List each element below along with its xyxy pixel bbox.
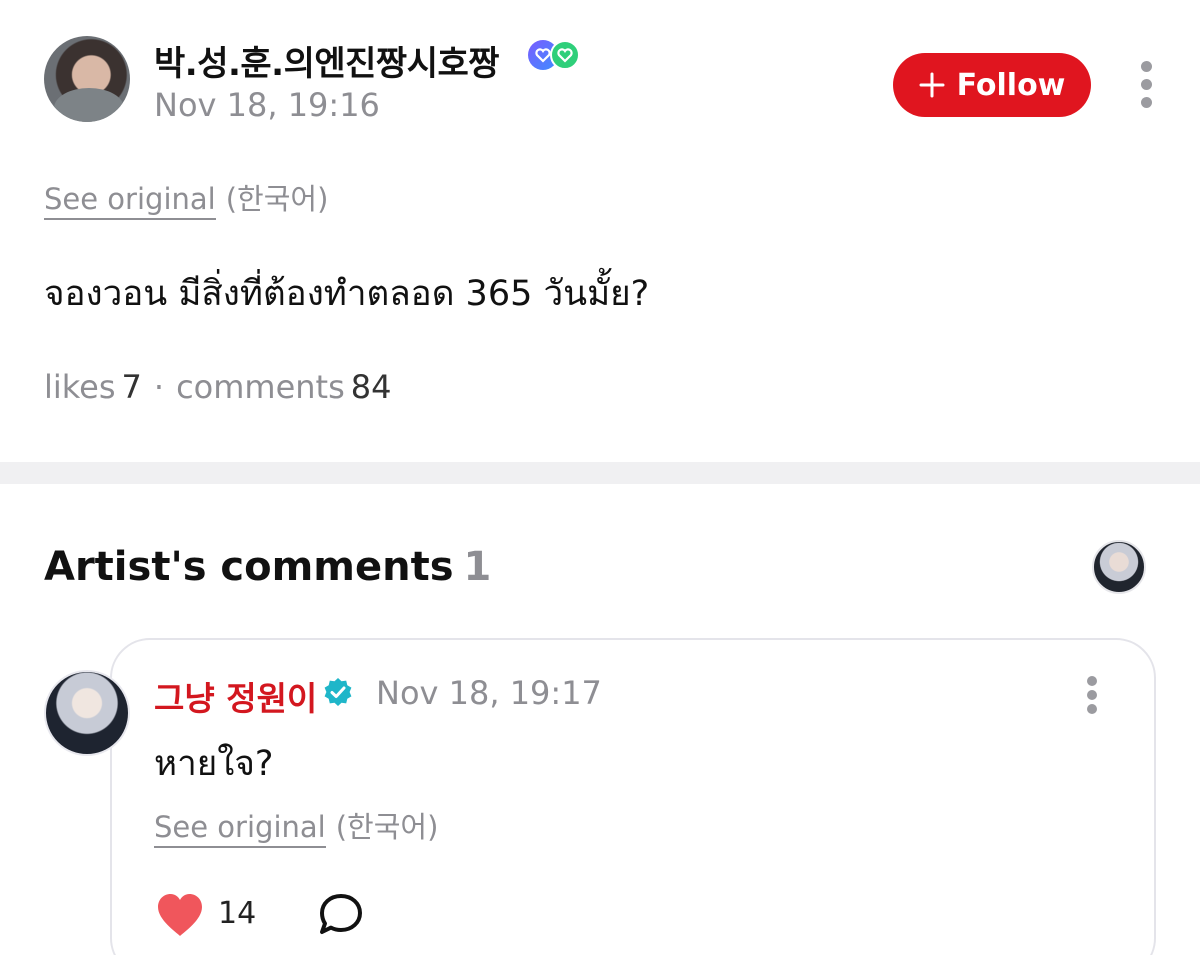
comment-timestamp: Nov 18, 19:17 — [376, 674, 602, 712]
comments-label[interactable]: comments — [176, 368, 345, 406]
plus-icon — [919, 72, 945, 98]
membership-badges — [528, 40, 590, 72]
post-translation-row: See original (한국어) — [44, 176, 329, 220]
stats-separator: · — [153, 368, 165, 406]
see-original-link[interactable]: See original — [44, 182, 216, 220]
follow-button[interactable]: Follow — [893, 53, 1091, 117]
commenter-name[interactable]: 그냥 정원이 — [154, 672, 317, 720]
post-body: จองวอน มีสิ่งที่ต้องทำตลอด 365 วันมั้ย? — [44, 274, 650, 314]
original-language: (한국어) — [225, 182, 329, 216]
comment-like-count: 14 — [218, 896, 257, 931]
section-divider — [0, 462, 1200, 484]
heart-icon[interactable] — [154, 892, 206, 938]
comments-count[interactable]: 84 — [351, 368, 392, 406]
likes-label: likes — [44, 368, 116, 406]
follow-label: Follow — [956, 67, 1066, 103]
author-avatar[interactable] — [44, 36, 130, 122]
artist-comments-count: 1 — [463, 544, 492, 590]
comment-more-icon[interactable] — [1080, 672, 1104, 714]
author-name[interactable]: 박.성.훈.의엔진짱시호짱 — [154, 36, 500, 85]
comment-original-language: (한국어) — [335, 810, 439, 844]
post-timestamp: Nov 18, 19:16 — [154, 86, 380, 124]
fan-badge-icon — [550, 40, 580, 70]
artist-comments-title: Artist's comments 1 — [44, 544, 491, 590]
comment-see-original-link[interactable]: See original — [154, 810, 326, 848]
post-stats: likes 7 · comments 84 — [44, 368, 391, 406]
comment-body: หายใจ? — [154, 744, 274, 784]
verified-badge-icon — [324, 678, 352, 706]
more-vertical-icon[interactable] — [1134, 58, 1158, 112]
reply-bubble-icon[interactable] — [316, 892, 366, 938]
comment-translation-row: See original (한국어) — [154, 804, 439, 848]
post-header: 박.성.훈.의엔진짱시호짱 Nov 18, 19:16 Follow — [44, 36, 1156, 126]
likes-count: 7 — [121, 368, 142, 406]
artist-avatar-small[interactable] — [1092, 540, 1146, 594]
commenter-avatar[interactable] — [44, 670, 130, 756]
artist-comments-label: Artist's comments — [44, 544, 454, 590]
